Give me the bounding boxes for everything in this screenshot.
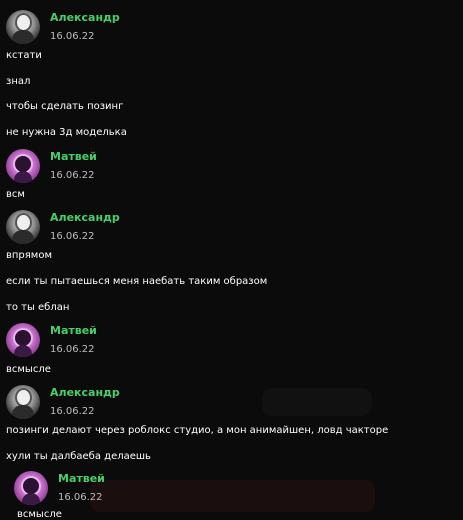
- message-text: вcм: [6, 189, 25, 200]
- message-text: то ты еблан: [6, 302, 70, 313]
- message-date: 16.06.22: [50, 344, 95, 355]
- user-avatar-icon[interactable]: [14, 471, 48, 505]
- author-name[interactable]: Александр: [50, 11, 120, 24]
- message-date: 16.06.22: [50, 31, 95, 42]
- author-name[interactable]: Матвей: [50, 324, 97, 337]
- author-name[interactable]: Александр: [50, 211, 120, 224]
- message-text: знал: [6, 76, 31, 87]
- message-text: всмысле: [17, 509, 62, 520]
- message-date: 16.06.22: [50, 231, 95, 242]
- author-name[interactable]: Матвей: [50, 150, 97, 163]
- message-date: 16.06.22: [58, 492, 103, 503]
- chat-message-list: Александр 16.06.22 кстати знал чтобы сде…: [0, 0, 463, 520]
- author-name[interactable]: Матвей: [58, 472, 105, 485]
- user-avatar-icon[interactable]: [6, 323, 40, 357]
- user-avatar-icon[interactable]: [6, 210, 40, 244]
- author-name[interactable]: Александр: [50, 386, 120, 399]
- user-avatar-icon[interactable]: [6, 10, 40, 44]
- user-avatar-icon[interactable]: [6, 385, 40, 419]
- user-avatar-icon[interactable]: [6, 149, 40, 183]
- message-text: не нужна 3д моделька: [6, 127, 127, 138]
- message-text: всмысле: [6, 364, 51, 375]
- message-date: 16.06.22: [50, 406, 95, 417]
- message-text: чтобы сделать позинг: [6, 101, 124, 112]
- message-text: позинги делают через роблокс студио, а м…: [6, 425, 389, 436]
- message-text: впрямом: [6, 250, 53, 261]
- message-text: если ты пытаешься меня наебать таким обр…: [6, 276, 268, 287]
- message-text: кстати: [6, 50, 42, 61]
- message-text: хули ты далбаеба делаешь: [6, 451, 151, 462]
- message-date: 16.06.22: [50, 170, 95, 181]
